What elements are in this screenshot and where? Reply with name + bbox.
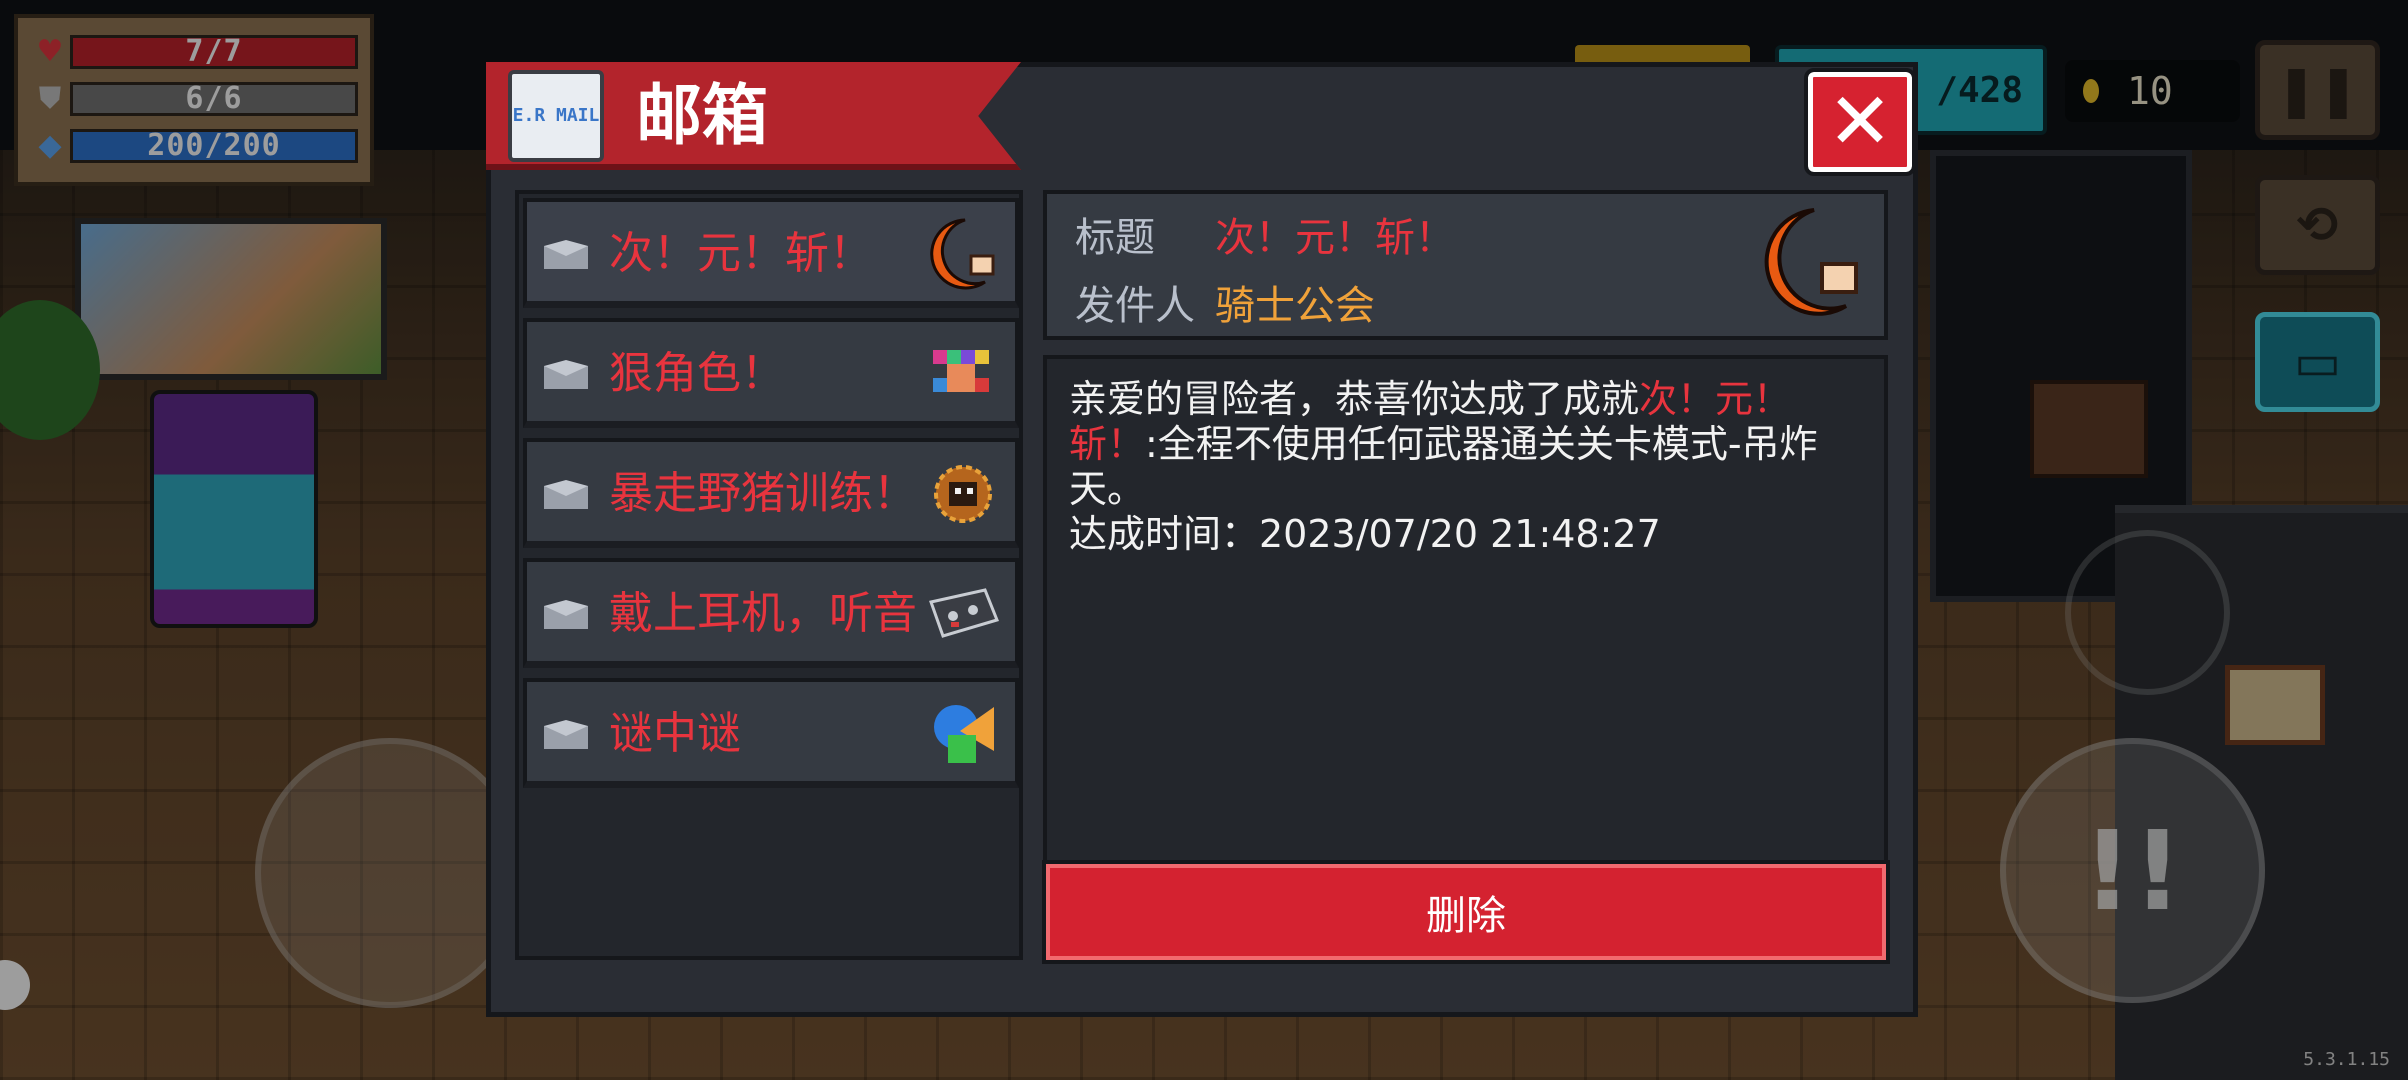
mail-item-3[interactable]: 暴走野猪训练！ (523, 438, 1019, 548)
mail-item-4[interactable]: 戴上耳机，听音 (523, 558, 1019, 668)
title-label: 标题 (1075, 215, 1155, 261)
envelope-icon (543, 360, 589, 390)
mail-item-1[interactable]: 次！元！斩！ (523, 198, 1019, 308)
cassette-icon (925, 576, 1001, 652)
boar-icon (925, 456, 1001, 532)
message-intro: 亲爱的冒险者，恭喜你达成了成就 (1069, 377, 1640, 421)
mail-subject: 狠角色！ (609, 348, 785, 399)
mail-subject: 次！元！斩！ (609, 228, 873, 279)
mail-subject: 暴走野猪训练！ (609, 468, 917, 519)
shapes-icon (925, 696, 1001, 772)
mail-item-2[interactable]: 狠角色！ (523, 318, 1019, 428)
mail-detail-header: 标题 次！元！斩！ 发件人 骑士公会 (1043, 190, 1888, 340)
mail-subject: 谜中谜 (609, 708, 741, 759)
mail-icon-text: E.R MAIL (512, 105, 600, 126)
dialog-header: E.R MAIL 邮箱 (486, 62, 1021, 170)
delete-label: 删除 (1426, 893, 1506, 939)
dialog-title: 邮箱 (636, 77, 768, 154)
pixel-character-icon (925, 336, 1001, 412)
crescent-slash-icon (925, 216, 1001, 292)
mail-message: 亲爱的冒险者，恭喜你达成了成就次！元！斩！:全程不使用任何武器通关关卡模式-吊炸… (1069, 377, 1862, 512)
envelope-icon (543, 240, 589, 270)
sender-label: 发件人 (1075, 283, 1195, 329)
mail-item-5[interactable]: 谜中谜 (523, 678, 1019, 788)
close-icon: ✕ (1827, 77, 1893, 167)
envelope-icon (543, 720, 589, 750)
delete-button[interactable]: 删除 (1042, 860, 1890, 964)
sender-value: 骑士公会 (1215, 283, 1375, 329)
mail-list: 次！元！斩！ 狠角色！ 暴走野猪训练！ 戴上耳机，听音 谜中谜 (515, 190, 1023, 960)
title-value: 次！元！斩！ (1215, 215, 1455, 261)
envelope-icon (543, 600, 589, 630)
crescent-slash-icon (1752, 204, 1870, 322)
envelope-icon (543, 480, 589, 510)
mail-subject: 戴上耳机，听音 (609, 588, 917, 639)
close-button[interactable]: ✕ (1804, 68, 1916, 176)
achieved-time: 达成时间：2023/07/20 21:48:27 (1069, 512, 1661, 556)
message-detail: :全程不使用任何武器通关关卡模式-吊炸天。 (1069, 422, 1818, 511)
mail-envelope-icon: E.R MAIL (508, 70, 604, 162)
